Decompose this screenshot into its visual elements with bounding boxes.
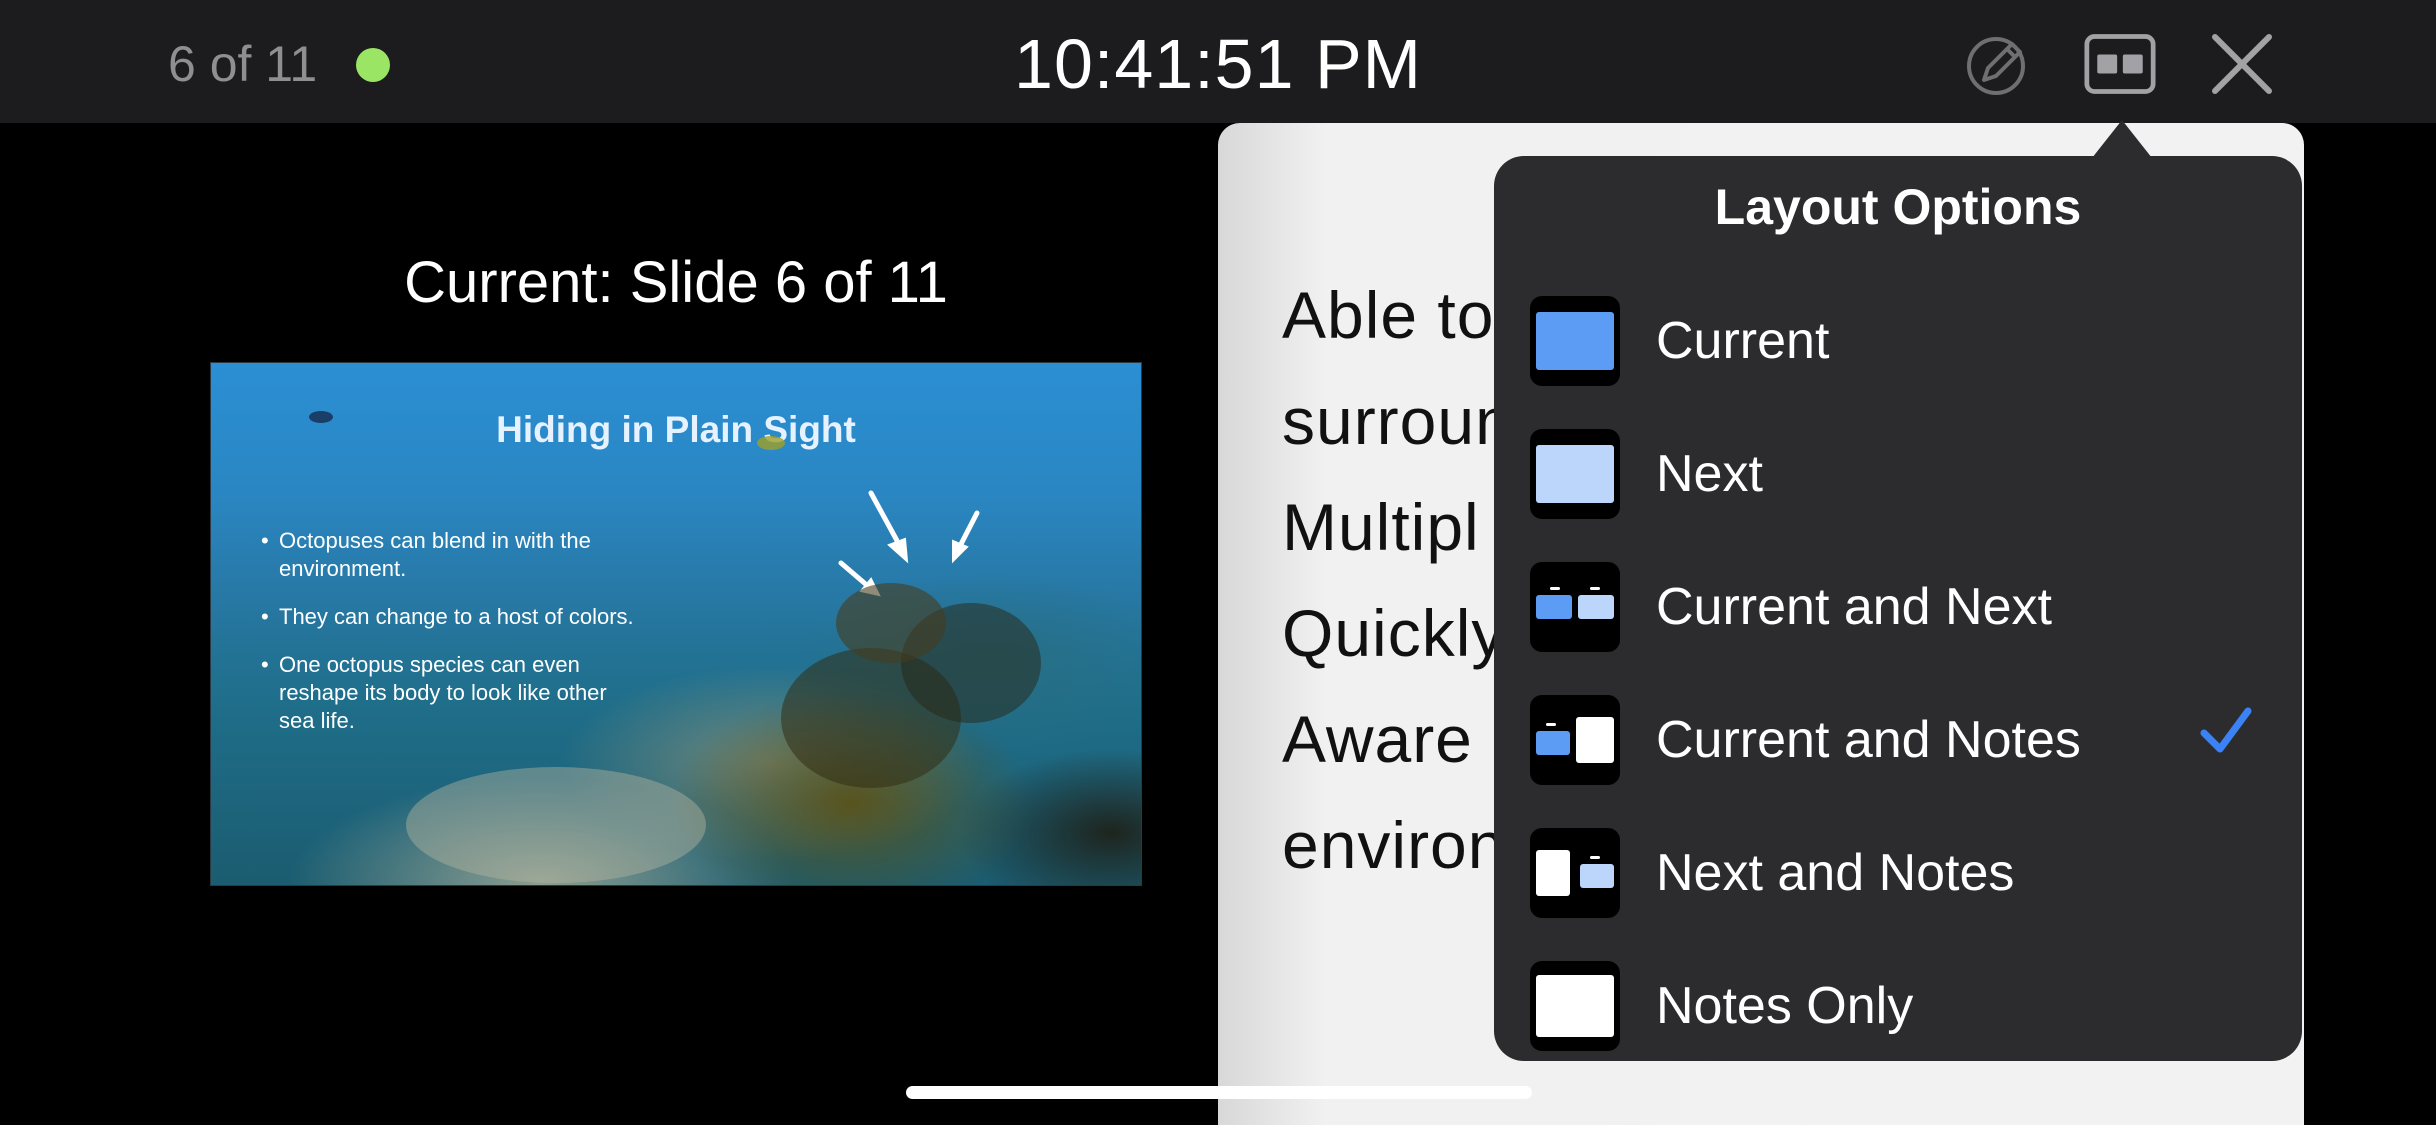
popover-title: Layout Options	[1714, 179, 2082, 235]
close-button[interactable]	[2206, 28, 2278, 100]
notes-line: Aware o	[1282, 702, 1530, 776]
current-layout-icon	[1530, 296, 1620, 386]
layout-option-current[interactable]: Current	[1494, 276, 2302, 408]
home-indicator[interactable]	[906, 1086, 1532, 1099]
current-slide-label: Current: Slide 6 of 11	[404, 250, 948, 315]
pencil-circle-icon	[1967, 37, 2025, 95]
layout-options-popover: Layout Options Current Next Current and Ne…	[1494, 156, 2302, 1061]
notes-line: Multipl	[1282, 490, 1480, 564]
layout-option-label: Current	[1656, 312, 1830, 370]
layout-option-notes-only[interactable]: Notes Only	[1494, 941, 2302, 1073]
slide-arrows-graphic	[309, 411, 1041, 883]
notes-line: Able to	[1282, 278, 1495, 352]
layout-option-label: Next	[1656, 445, 1763, 503]
layout-icon	[2084, 34, 2156, 94]
layout-option-label: Notes Only	[1656, 977, 1914, 1035]
current-and-next-layout-icon	[1530, 562, 1620, 652]
layout-option-label: Current and Next	[1656, 578, 2052, 636]
current-slide-preview[interactable]: Hiding in Plain Sight Octopuses can blen…	[210, 362, 1142, 886]
notes-line: environ	[1282, 808, 1506, 882]
checkmark-icon	[2200, 707, 2252, 753]
top-bar: 6 of 11 10:41:51 PM	[0, 0, 2436, 123]
layout-option-current-and-notes[interactable]: Current and Notes	[1494, 675, 2302, 807]
popover-arrow	[2092, 120, 2152, 158]
layout-button[interactable]	[2084, 28, 2156, 100]
current-and-notes-layout-icon	[1530, 695, 1620, 785]
close-icon	[2212, 34, 2272, 94]
draw-button[interactable]	[1962, 28, 2034, 100]
next-layout-icon	[1530, 429, 1620, 519]
next-and-notes-layout-icon	[1530, 828, 1620, 918]
notes-line: surroun	[1282, 384, 1513, 458]
clock: 10:41:51 PM	[1014, 25, 1422, 103]
layout-option-label: Next and Notes	[1656, 844, 2015, 902]
notes-only-layout-icon	[1530, 961, 1620, 1051]
layout-option-next[interactable]: Next	[1494, 409, 2302, 541]
layout-option-current-and-next[interactable]: Current and Next	[1494, 542, 2302, 674]
notes-line: Quickly	[1282, 596, 1506, 670]
layout-option-next-and-notes[interactable]: Next and Notes	[1494, 808, 2302, 940]
layout-option-label: Current and Notes	[1656, 711, 2081, 769]
